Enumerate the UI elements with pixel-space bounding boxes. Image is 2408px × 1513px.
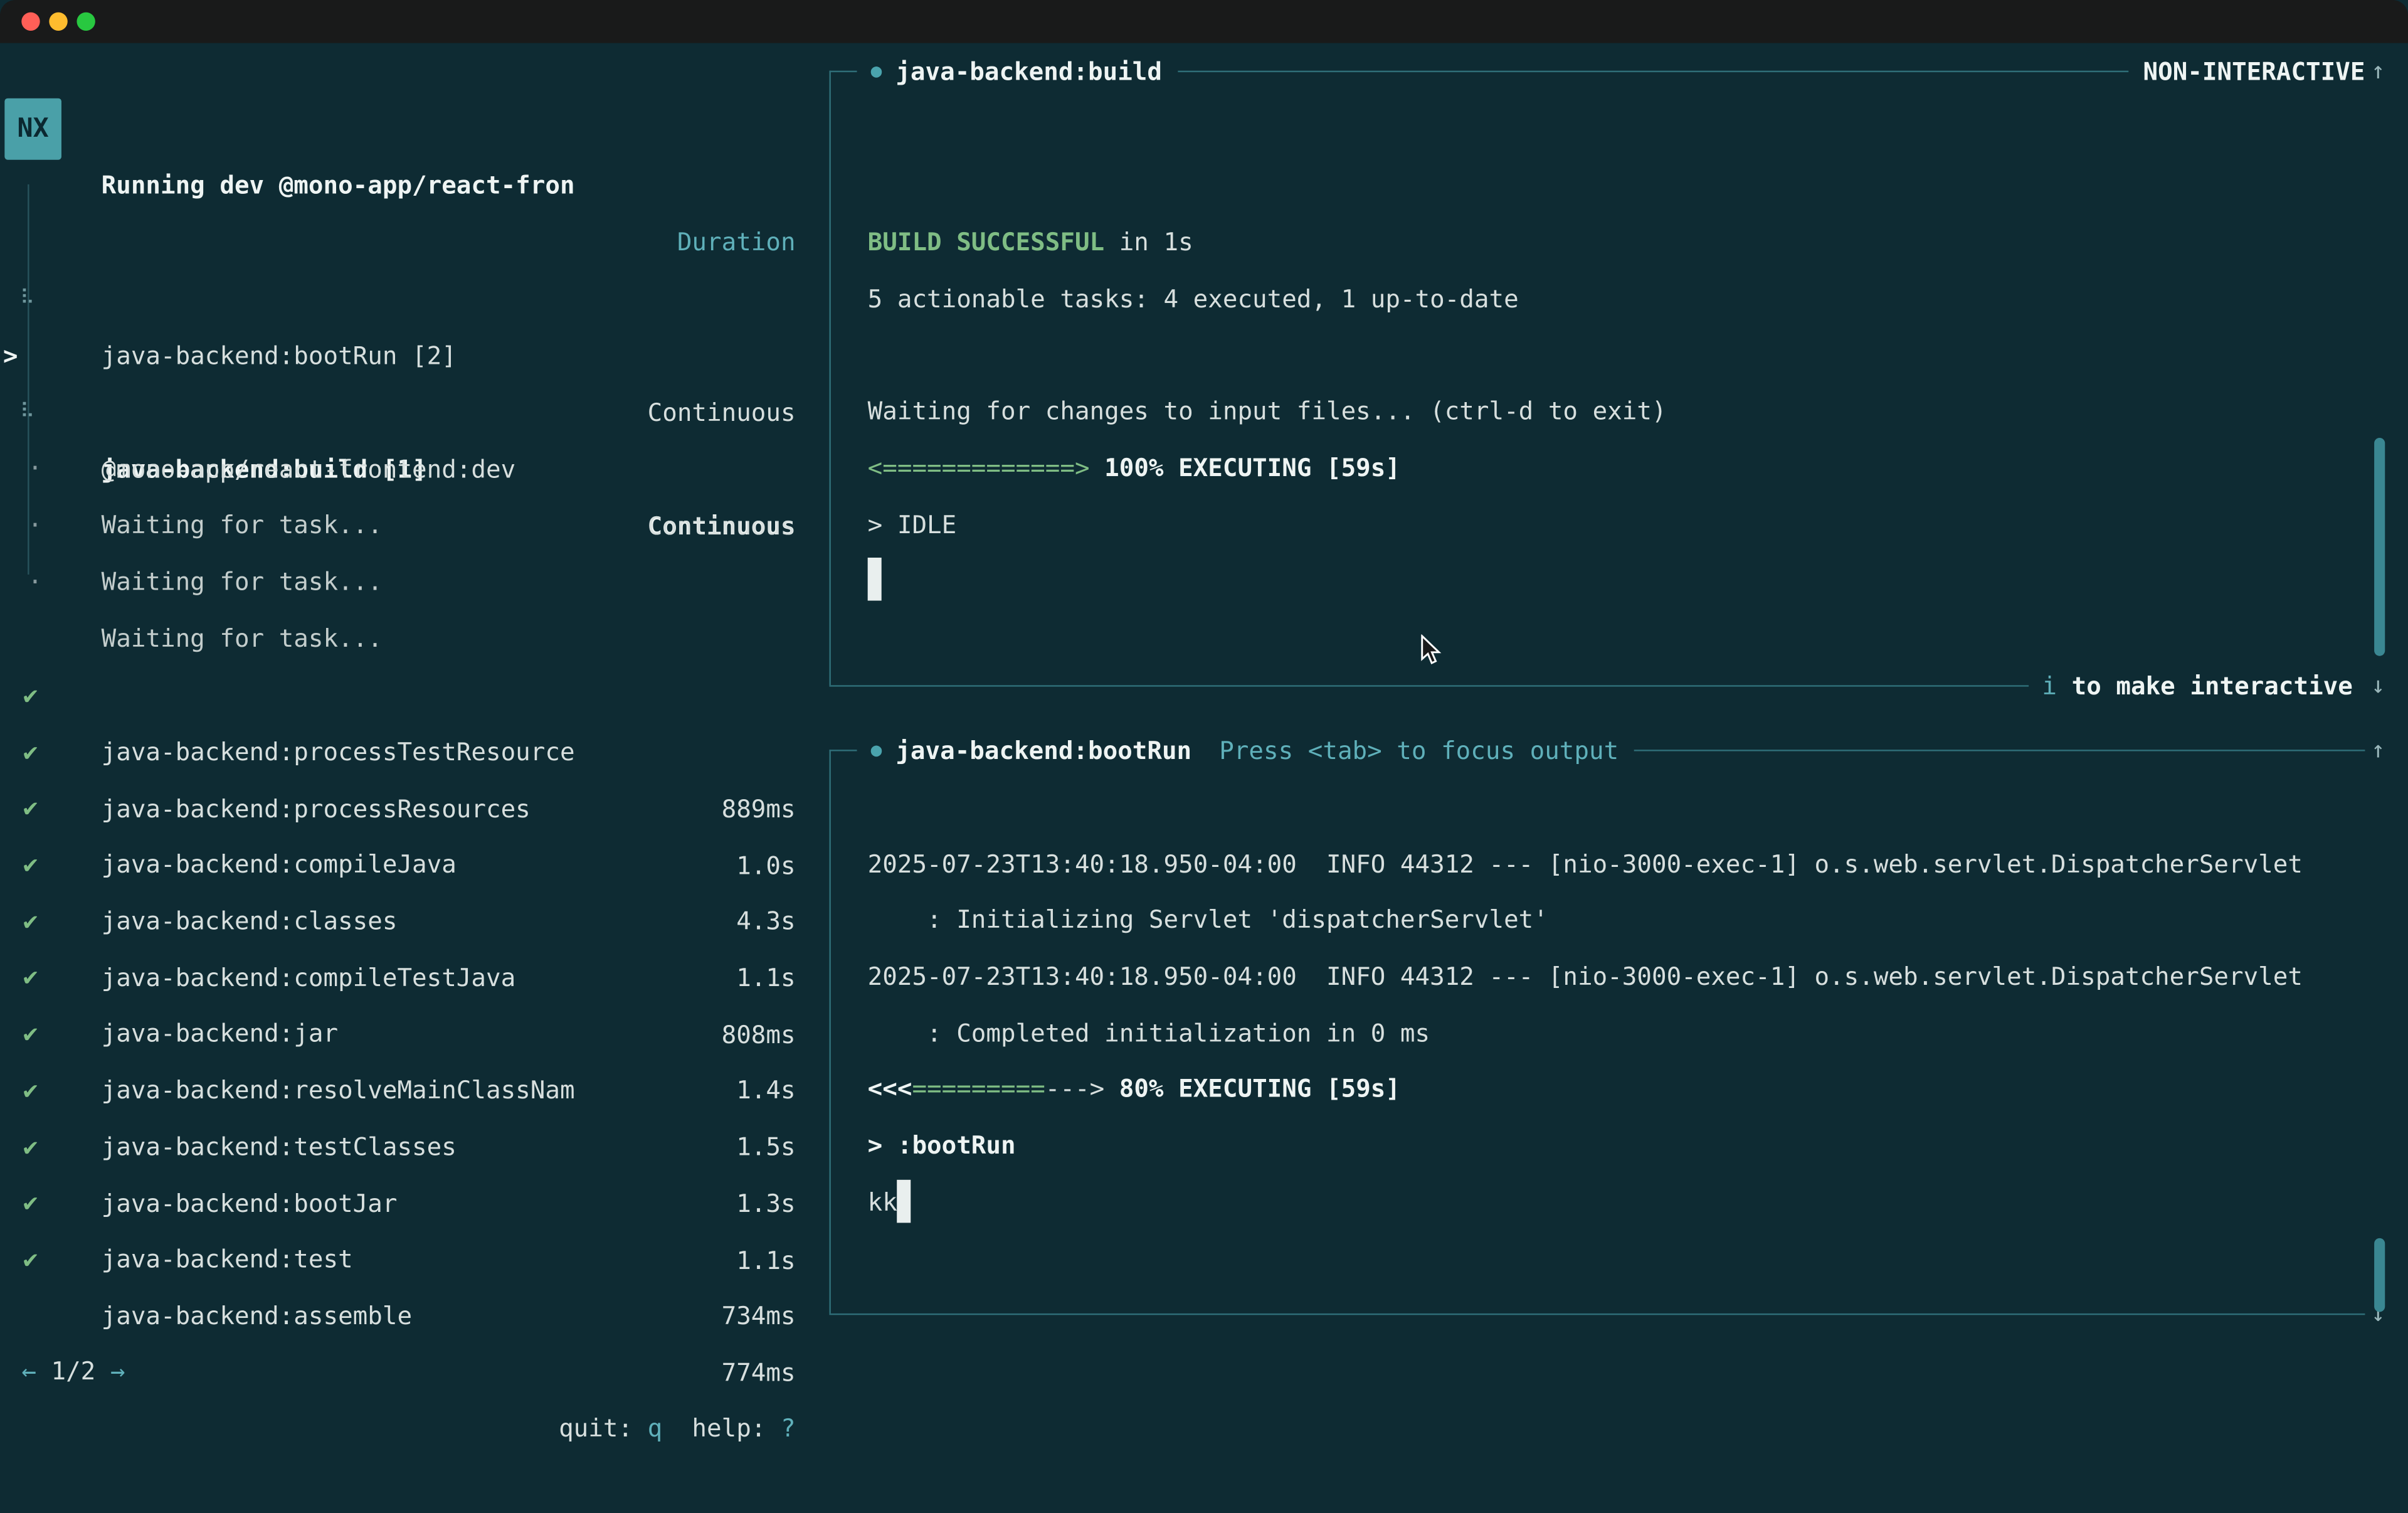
progress-status: 80% EXECUTING [59s]: [1104, 1074, 1400, 1103]
bootrun-panel-header: ● java-backend:bootRun Press <tab> to fo…: [829, 722, 2365, 779]
build-panel-border: [829, 71, 830, 686]
log-line: : Initializing Servlet 'dispatcherServle…: [868, 891, 1548, 948]
build-panel-footer: i to make interactive: [829, 657, 2365, 714]
interactive-hint-text: to make interactive: [2057, 657, 2353, 714]
bootrun-panel-border: [829, 750, 830, 1314]
border-line: [1634, 750, 2365, 751]
progress-bar: =========: [912, 1074, 1045, 1103]
close-button[interactable]: [21, 13, 40, 31]
next-page-icon[interactable]: →: [110, 1356, 125, 1386]
help-key: ?: [781, 1413, 796, 1443]
stdin-input-line[interactable]: kk: [868, 1174, 897, 1231]
terminal-cursor: [897, 1180, 911, 1223]
progress-status: 100% EXECUTING [59s]: [1090, 453, 1400, 482]
titlebar: [0, 0, 2408, 43]
idle-line: > IDLE: [868, 496, 957, 553]
minimize-button[interactable]: [49, 13, 67, 31]
terminal-window: NX Running dev @mono-app/react-fron Dura…: [0, 0, 2408, 1355]
keyboard-hints: quit: q help: ?: [559, 1399, 795, 1457]
border-line: [1177, 71, 2128, 72]
border-line: [829, 685, 2028, 686]
scroll-down-icon[interactable]: ↓: [2371, 657, 2385, 714]
interactive-hint-key: i: [2042, 657, 2057, 714]
gradle-progress-line: <=============> 100% EXECUTING [59s]: [868, 439, 1400, 496]
task-bullet-icon: ●: [871, 722, 882, 779]
progress-prefix: <<<: [868, 1074, 912, 1103]
help-label: help:: [662, 1413, 781, 1443]
quit-key: q: [648, 1413, 663, 1443]
scrollbar-thumb[interactable]: [2374, 438, 2385, 656]
terminal-cursor: [868, 558, 882, 601]
log-line: 2025-07-23T13:40:18.950-04:00 INFO 44312…: [868, 836, 2303, 893]
bootrun-panel-title: java-backend:bootRun: [895, 722, 1191, 779]
log-line: : Completed initialization in 0 ms: [868, 1005, 1430, 1062]
waiting-for-changes-line: Waiting for changes to input files... (c…: [868, 383, 1667, 440]
prev-page-icon[interactable]: ←: [21, 1356, 36, 1386]
bootrun-panel-footer: [829, 1286, 2365, 1343]
mouse-cursor: [1420, 634, 1442, 665]
scrollbar-thumb[interactable]: [2374, 1238, 2385, 1312]
build-panel-header: ● java-backend:build NON-INTERACTIVE: [829, 43, 2365, 100]
focus-hint: Press <tab> to focus output: [1219, 722, 1619, 779]
build-success-line: BUILD SUCCESSFUL in 1s: [868, 213, 1193, 270]
tasks-summary-line: 5 actionable tasks: 4 executed, 1 up-to-…: [868, 270, 1519, 327]
zoom-button[interactable]: [77, 13, 95, 31]
log-line: 2025-07-23T13:40:18.950-04:00 INFO 44312…: [868, 948, 2303, 1005]
build-time-text: in 1s: [1104, 227, 1193, 257]
border-segment: [829, 750, 857, 751]
progress-suffix: --->: [1045, 1074, 1104, 1103]
build-success-text: BUILD SUCCESSFUL: [868, 227, 1104, 257]
progress-bar: <=============>: [868, 453, 1090, 482]
mode-label: NON-INTERACTIVE: [2143, 43, 2365, 100]
task-bullet-icon: ●: [871, 43, 882, 100]
output-panes: ● java-backend:build NON-INTERACTIVE ↑ B…: [0, 43, 2408, 1355]
scroll-up-icon[interactable]: ↑: [2371, 722, 2385, 779]
border-segment: [829, 71, 857, 72]
gradle-progress-line: <<<=========---> 80% EXECUTING [59s]: [868, 1060, 1400, 1117]
page-indicator: 1/2: [36, 1356, 110, 1386]
quit-label: quit:: [559, 1413, 648, 1443]
build-panel-title: java-backend:build: [895, 43, 1162, 100]
border-line: [829, 1314, 2365, 1315]
command-line: > :bootRun: [868, 1117, 1016, 1174]
scroll-up-icon[interactable]: ↑: [2371, 43, 2385, 100]
